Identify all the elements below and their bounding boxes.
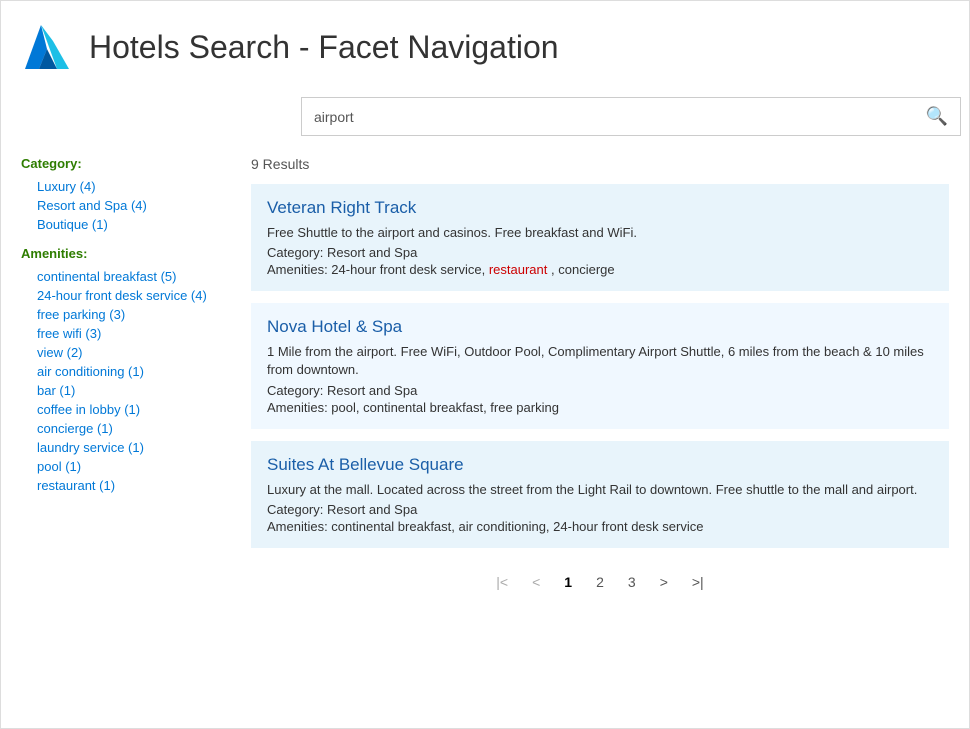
search-input[interactable] [302, 101, 914, 133]
facet-bar[interactable]: bar (1) [21, 381, 231, 400]
facet-laundry[interactable]: laundry service (1) [21, 438, 231, 457]
amenities-prefix-1: Amenities: 24-hour front desk service, [267, 262, 485, 277]
facet-pool[interactable]: pool (1) [21, 457, 231, 476]
page-title: Hotels Search - Facet Navigation [89, 29, 559, 66]
result-item: Veteran Right Track Free Shuttle to the … [251, 184, 949, 291]
pagination-prev[interactable]: < [526, 572, 546, 592]
search-bar: 🔍 [301, 97, 961, 136]
azure-logo-icon [21, 21, 73, 73]
results-area: 9 Results Veteran Right Track Free Shutt… [251, 156, 949, 592]
facet-boutique[interactable]: Boutique (1) [21, 215, 231, 234]
facet-free-wifi[interactable]: free wifi (3) [21, 324, 231, 343]
result-title-2[interactable]: Nova Hotel & Spa [267, 317, 933, 337]
facet-free-parking[interactable]: free parking (3) [21, 305, 231, 324]
result-amenities-1: Amenities: 24-hour front desk service, r… [267, 262, 933, 277]
pagination-page-3[interactable]: 3 [622, 572, 642, 592]
facet-coffee-lobby[interactable]: coffee in lobby (1) [21, 400, 231, 419]
search-button[interactable]: 🔍 [914, 98, 960, 135]
pagination-first[interactable]: |< [490, 572, 514, 592]
result-item: Suites At Bellevue Square Luxury at the … [251, 441, 949, 548]
result-desc-2: 1 Mile from the airport. Free WiFi, Outd… [267, 343, 933, 379]
result-amenities-3: Amenities: continental breakfast, air co… [267, 519, 933, 534]
pagination-next[interactable]: > [654, 572, 674, 592]
amenities-facets: continental breakfast (5) 24-hour front … [21, 267, 231, 495]
category-section-title: Category: [21, 156, 231, 171]
pagination: |< < 1 2 3 > >| [251, 572, 949, 592]
result-category-3: Category: Resort and Spa [267, 502, 933, 517]
facet-front-desk[interactable]: 24-hour front desk service (4) [21, 286, 231, 305]
result-title-3[interactable]: Suites At Bellevue Square [267, 455, 933, 475]
pagination-page-1[interactable]: 1 [558, 572, 578, 592]
facet-restaurant[interactable]: restaurant (1) [21, 476, 231, 495]
result-desc-3: Luxury at the mall. Located across the s… [267, 481, 933, 499]
result-desc-1: Free Shuttle to the airport and casinos.… [267, 224, 933, 242]
amenities-section-title: Amenities: [21, 246, 231, 261]
results-count: 9 Results [251, 156, 949, 172]
result-amenities-2: Amenities: pool, continental breakfast, … [267, 400, 933, 415]
result-category-1: Category: Resort and Spa [267, 245, 933, 260]
amenities-rest-1: , concierge [551, 262, 615, 277]
result-category-2: Category: Resort and Spa [267, 383, 933, 398]
page-wrapper: Hotels Search - Facet Navigation 🔍 Categ… [0, 0, 970, 729]
result-item: Nova Hotel & Spa 1 Mile from the airport… [251, 303, 949, 428]
amenities-highlight-1: restaurant [489, 262, 548, 277]
facet-continental-breakfast[interactable]: continental breakfast (5) [21, 267, 231, 286]
facet-air-conditioning[interactable]: air conditioning (1) [21, 362, 231, 381]
result-title-1[interactable]: Veteran Right Track [267, 198, 933, 218]
pagination-last[interactable]: >| [686, 572, 710, 592]
facet-resort-spa[interactable]: Resort and Spa (4) [21, 196, 231, 215]
main-layout: Category: Luxury (4) Resort and Spa (4) … [21, 156, 949, 592]
category-facets: Luxury (4) Resort and Spa (4) Boutique (… [21, 177, 231, 234]
facet-view[interactable]: view (2) [21, 343, 231, 362]
sidebar: Category: Luxury (4) Resort and Spa (4) … [21, 156, 251, 592]
facet-concierge[interactable]: concierge (1) [21, 419, 231, 438]
pagination-page-2[interactable]: 2 [590, 572, 610, 592]
facet-luxury[interactable]: Luxury (4) [21, 177, 231, 196]
header: Hotels Search - Facet Navigation [21, 21, 949, 73]
